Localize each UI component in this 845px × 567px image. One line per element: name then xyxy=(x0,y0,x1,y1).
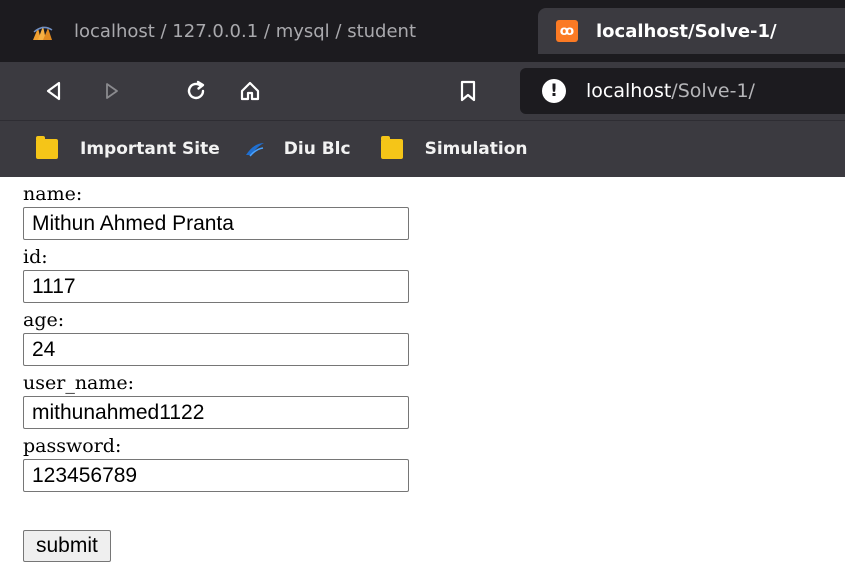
forward-button[interactable] xyxy=(94,73,130,109)
tab-title: localhost/Solve-1/ xyxy=(596,20,777,42)
tab-strip: localhost / 127.0.0.1 / mysql / student … xyxy=(0,0,845,62)
user-name-label: user_name: xyxy=(23,372,135,394)
reload-icon xyxy=(187,80,205,100)
id-input[interactable] xyxy=(23,270,409,303)
name-label: name: xyxy=(23,183,83,205)
bookmark-label: Simulation xyxy=(424,139,528,159)
age-label: age: xyxy=(23,309,65,331)
url-host: localhost xyxy=(586,80,672,102)
age-input[interactable] xyxy=(23,333,409,366)
bookmark-important-site[interactable]: Important Site xyxy=(36,136,220,159)
url-path: /Solve-1/ xyxy=(671,80,755,102)
tab-fade xyxy=(496,8,536,54)
phpmyadmin-icon xyxy=(33,26,53,40)
back-button[interactable] xyxy=(36,73,72,109)
name-input[interactable] xyxy=(23,207,409,240)
bookmark-simulation[interactable]: Simulation xyxy=(380,136,528,159)
site-info-icon[interactable]: ! xyxy=(542,79,566,103)
bookmark-page-button[interactable] xyxy=(450,73,486,109)
tab-solve-1[interactable]: ꝏ localhost/Solve-1/ xyxy=(538,8,845,54)
password-label: password: xyxy=(23,435,122,457)
bookmarks-bar: Important Site Diu Blc Simulation xyxy=(0,120,845,177)
forward-arrow-icon xyxy=(106,83,118,99)
bookmark-label: Diu Blc xyxy=(283,139,351,159)
browser-chrome: localhost / 127.0.0.1 / mysql / student … xyxy=(0,0,845,177)
folder-icon xyxy=(36,136,58,159)
user-name-input[interactable] xyxy=(23,396,409,429)
back-arrow-icon xyxy=(46,81,61,101)
navigation-toolbar: ! localhost/Solve-1/ xyxy=(0,62,845,120)
tab-title: localhost / 127.0.0.1 / mysql / student xyxy=(74,20,416,42)
address-bar[interactable]: ! localhost/Solve-1/ xyxy=(520,68,845,114)
reload-button[interactable] xyxy=(178,73,214,109)
xampp-icon: ꝏ xyxy=(556,20,578,42)
bookmark-icon xyxy=(460,80,476,102)
folder-icon xyxy=(380,136,403,159)
diu-blc-icon xyxy=(245,143,264,157)
submit-button[interactable]: submit xyxy=(23,530,111,562)
home-button[interactable] xyxy=(232,73,268,109)
bookmark-diu-blc[interactable]: Diu Blc xyxy=(245,139,351,159)
student-form: name: id: age: user_name: password: subm… xyxy=(23,183,845,562)
bookmark-label: Important Site xyxy=(80,139,220,159)
home-icon xyxy=(240,81,260,101)
tab-phpmyadmin[interactable]: localhost / 127.0.0.1 / mysql / student xyxy=(0,8,536,54)
id-label: id: xyxy=(23,246,48,268)
page-content: name: id: age: user_name: password: subm… xyxy=(0,177,845,562)
password-input[interactable] xyxy=(23,459,409,492)
